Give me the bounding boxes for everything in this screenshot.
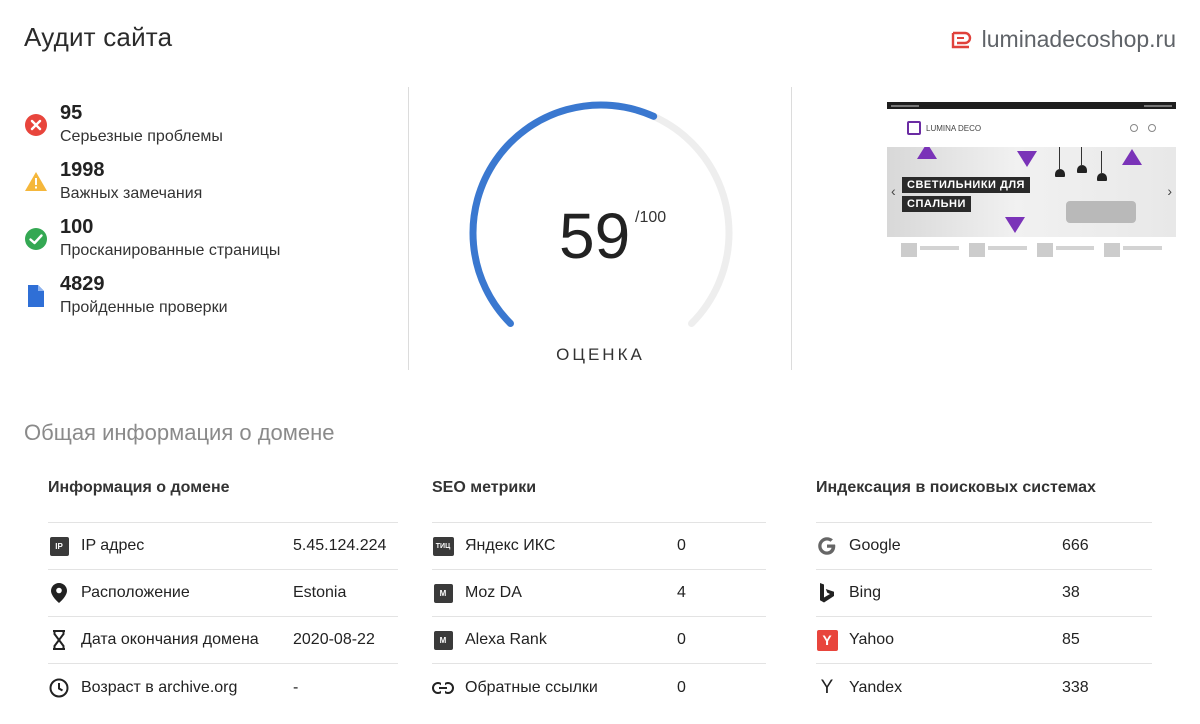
indexing-column: Индексация в поисковых системах Google 6… (816, 478, 1152, 711)
warning-triangle-icon (25, 172, 47, 191)
row-label: Возраст в archive.org (81, 678, 238, 696)
row-google: Google 666 (816, 523, 1152, 570)
column-title: Информация о домене (48, 478, 398, 523)
column-title: Индексация в поисковых системах (816, 478, 1152, 523)
section-title-domain-info: Общая информация о домене (24, 420, 335, 445)
row-value: - (293, 678, 299, 696)
yahoo-icon: Y (816, 629, 838, 651)
score-max: /100 (635, 209, 667, 226)
stats-list: 95 Серьезные проблемы 1998 Важных замеча… (24, 100, 404, 328)
row-label: Bing (849, 584, 882, 601)
stat-value: 100 (60, 216, 94, 238)
score-gauge: 59 /100 ОЦЕНКА (409, 87, 792, 377)
row-value: 5.45.124.224 (293, 537, 387, 554)
page-title: Аудит сайта (24, 22, 173, 52)
domain-name: luminadecoshop.ru (981, 26, 1176, 52)
preview-banner-title: СВЕТИЛЬНИКИ ДЛЯ СПАЛЬНИ (902, 177, 1030, 212)
location-pin-icon (48, 582, 70, 604)
clock-icon (48, 677, 70, 699)
preview-logo: LUMINA DECO (907, 121, 981, 135)
row-value: 0 (677, 678, 686, 696)
row-value: 0 (677, 537, 686, 554)
stat-scanned-pages: 100 Просканированные страницы (24, 214, 404, 271)
link-icon (432, 677, 454, 699)
row-archive-age: Возраст в archive.org - (48, 664, 398, 711)
row-label: Alexa Rank (465, 631, 547, 648)
stat-value: 95 (60, 102, 83, 124)
preview-header-icons (1130, 124, 1156, 132)
stat-value: 4829 (60, 273, 105, 295)
score-value: 59 (559, 200, 631, 272)
stat-label: Важных замечания (60, 185, 203, 202)
row-label: Яндекс ИКС (465, 537, 556, 554)
row-label: Расположение (81, 584, 190, 601)
column-title: SEO метрики (432, 478, 766, 523)
row-value: 2020-08-22 (293, 631, 375, 648)
row-value: 338 (1062, 678, 1089, 696)
seo-metrics-column: SEO метрики ТИЦ Яндекс ИКС 0 M Moz DA 4 … (432, 478, 766, 711)
row-label: Moz DA (465, 584, 522, 601)
row-label: Дата окончания домена (81, 631, 259, 648)
row-value: 666 (1062, 537, 1089, 554)
stat-passed-checks: 4829 Пройденные проверки (24, 271, 404, 328)
bing-icon (816, 582, 838, 604)
row-value: Estonia (293, 584, 347, 601)
preview-next-icon: › (1167, 183, 1172, 199)
site-preview-thumbnail: LUMINA DECO ‹ › СВЕТИЛЬНИКИ ДЛЯ СПАЛЬНИ (887, 102, 1176, 264)
preview-prev-icon: ‹ (891, 183, 896, 199)
row-yandex: Y Yandex 338 (816, 664, 1152, 711)
error-circle-icon (25, 114, 47, 136)
stat-label: Серьезные проблемы (60, 128, 223, 145)
domain-info-column: Информация о домене IP IP адрес 5.45.124… (48, 478, 398, 711)
row-yahoo: Y Yahoo 85 (816, 617, 1152, 664)
preview-banner: ‹ › СВЕТИЛЬНИКИ ДЛЯ СПАЛЬНИ (887, 147, 1176, 237)
stat-value: 1998 (60, 159, 105, 181)
row-label: Yandex (849, 678, 903, 696)
yandex-iks-icon: ТИЦ (432, 535, 454, 557)
preview-logo-icon (907, 121, 921, 135)
row-domain-expiry: Дата окончания домена 2020-08-22 (48, 617, 398, 664)
row-value: 4 (677, 584, 686, 601)
preview-header: LUMINA DECO (887, 109, 1176, 147)
row-label: Обратные ссылки (465, 678, 598, 696)
preview-logo-text: LUMINA DECO (926, 123, 982, 133)
row-moz-da: M Moz DA 4 (432, 570, 766, 617)
row-alexa-rank: M Alexa Rank 0 (432, 617, 766, 664)
row-ip-address: IP IP адрес 5.45.124.224 (48, 523, 398, 570)
google-icon (816, 535, 838, 557)
ip-icon: IP (48, 535, 70, 557)
row-label: Google (849, 537, 901, 554)
site-logo-icon (951, 31, 971, 48)
stat-label: Просканированные страницы (60, 242, 281, 259)
stat-label: Пройденные проверки (60, 299, 228, 316)
stat-important-warnings: 1998 Важных замечания (24, 157, 404, 214)
row-value: 38 (1062, 584, 1080, 601)
row-label: Yahoo (849, 631, 895, 648)
yandex-icon: Y (820, 676, 834, 698)
check-circle-icon (25, 228, 47, 250)
alexa-icon: M (432, 629, 454, 651)
hourglass-icon (48, 629, 70, 651)
stat-serious-problems: 95 Серьезные проблемы (24, 100, 404, 157)
moz-icon: M (432, 582, 454, 604)
row-yandex-iks: ТИЦ Яндекс ИКС 0 (432, 523, 766, 570)
row-bing: Bing 38 (816, 570, 1152, 617)
document-icon (28, 285, 44, 307)
row-location: Расположение Estonia (48, 570, 398, 617)
score-label: ОЦЕНКА (556, 345, 645, 364)
row-value: 0 (677, 631, 686, 648)
domain-link[interactable]: luminadecoshop.ru (950, 26, 1176, 53)
preview-topbar (887, 102, 1176, 109)
row-value: 85 (1062, 631, 1080, 648)
row-label: IP адрес (81, 537, 145, 554)
row-backlinks: Обратные ссылки 0 (432, 664, 766, 711)
preview-thumbnails (887, 237, 1176, 263)
